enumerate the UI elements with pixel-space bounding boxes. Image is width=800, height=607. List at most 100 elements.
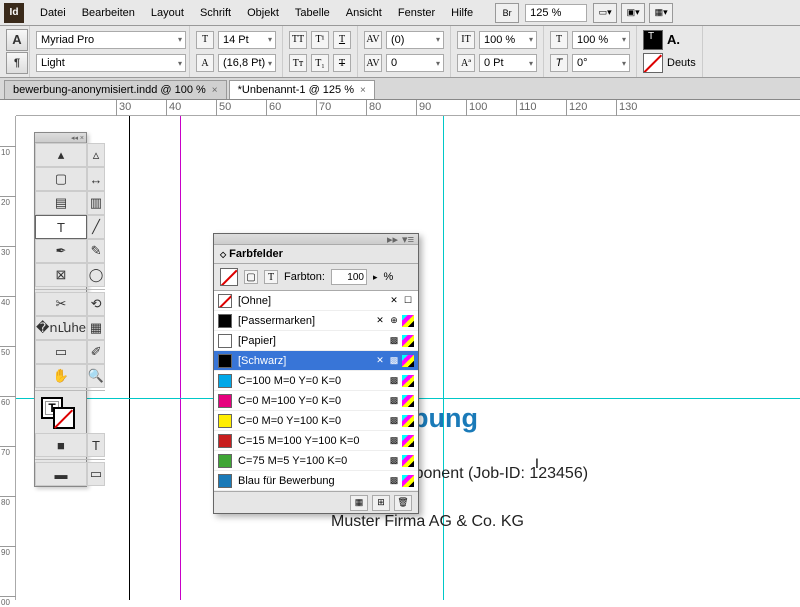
kerning-input[interactable]: (0)	[386, 31, 444, 49]
strikethrough-button[interactable]: T	[333, 54, 351, 72]
line-tool[interactable]: ╱	[87, 215, 105, 239]
allcaps-button[interactable]: TT	[289, 31, 307, 49]
language-dropdown[interactable]: Deuts	[667, 57, 696, 69]
type-tool[interactable]: T	[35, 215, 87, 239]
tab-1[interactable]: *Unbenannt-1 @ 125 %×	[229, 80, 375, 99]
menu-datei[interactable]: Datei	[32, 7, 74, 19]
fill-color-swatch[interactable]: T	[643, 30, 663, 50]
arrange-icon[interactable]: ▦▾	[649, 3, 673, 23]
menu-tabelle[interactable]: Tabelle	[287, 7, 338, 19]
menu-hilfe[interactable]: Hilfe	[443, 7, 481, 19]
swatch-row[interactable]: C=75 M=5 Y=100 K=0▩	[214, 451, 418, 471]
underline-button[interactable]: T	[333, 31, 351, 49]
close-icon[interactable]: ×	[360, 85, 366, 96]
tracking-icon: AV	[364, 54, 382, 72]
swatch-row[interactable]: [Passermarken]✕⊕	[214, 311, 418, 331]
swatch-name: C=0 M=0 Y=100 K=0	[238, 415, 382, 427]
container-toggle[interactable]: ▢	[244, 270, 258, 284]
bridge-icon[interactable]: Br	[495, 3, 519, 23]
vertical-ruler[interactable]: 10 20 30 40 50 60 70 80 90 00	[0, 116, 16, 600]
font-size-input[interactable]: 14 Pt	[218, 31, 276, 49]
gradient-swatch-tool[interactable]: �ունhe	[35, 316, 87, 340]
superscript-button[interactable]: T¹	[311, 31, 329, 49]
tools-panel[interactable]: ◂◂ × ▴ ▵ ▢ ↔ ▤ ▥ T ╱ ✒ ✎ ⊠ ◯ ✂ ⟲ �ունhe …	[34, 132, 87, 487]
vscale-input[interactable]: 100 %	[479, 31, 537, 49]
swatch-name: [Passermarken]	[238, 315, 368, 327]
swatch-row[interactable]: [Papier]▩	[214, 331, 418, 351]
swatch-list[interactable]: [Ohne]✕☐[Passermarken]✕⊕[Papier]▩[Schwar…	[214, 291, 418, 491]
selection-tool[interactable]: ▴	[35, 143, 87, 167]
apply-text-button[interactable]: T	[87, 433, 105, 457]
font-family-dropdown[interactable]: Myriad Pro	[36, 31, 186, 49]
screen-mode-icon[interactable]: ▣▾	[621, 3, 645, 23]
fill-stroke-swatch[interactable]: T	[35, 393, 105, 433]
rectangle-tool[interactable]: ◯	[87, 263, 105, 287]
hscale-input[interactable]: 100 %	[572, 31, 630, 49]
paragraph-mode-button[interactable]: ¶	[6, 52, 28, 74]
swatch-row[interactable]: Blau für Bewerbung▩	[214, 471, 418, 491]
swatch-name: [Papier]	[238, 335, 382, 347]
swatches-panel[interactable]: ▸▸▾≡ ◇Farbfelder T ▢ T Farbton: ▸ % [Ohn…	[213, 233, 419, 514]
horizontal-ruler[interactable]: 30 40 50 60 70 80 90 100 110 120 130	[16, 100, 800, 116]
direct-selection-tool[interactable]: ▵	[87, 143, 105, 167]
normal-view-button[interactable]: ▬	[35, 462, 87, 486]
panel-grip[interactable]: ◂◂ ×	[35, 133, 86, 143]
color-mode-icon: ▩	[388, 395, 400, 407]
menu-schrift[interactable]: Schrift	[192, 7, 239, 19]
menu-bearbeiten[interactable]: Bearbeiten	[74, 7, 143, 19]
swatch-row[interactable]: C=100 M=0 Y=0 K=0▩	[214, 371, 418, 391]
tracking-input[interactable]: 0	[386, 54, 444, 72]
smallcaps-button[interactable]: Tᴛ	[289, 54, 307, 72]
apply-color-button[interactable]: ■	[35, 433, 87, 457]
tab-0[interactable]: bewerbung-anonymisiert.indd @ 100 %×	[4, 80, 227, 99]
scissors-tool[interactable]: ✂	[35, 292, 87, 316]
fill-proxy[interactable]: T	[220, 268, 238, 286]
new-swatch-button[interactable]: ▦	[350, 495, 368, 511]
swatches-tab[interactable]: ◇Farbfelder	[214, 245, 418, 264]
free-transform-tool[interactable]: ⟲	[87, 292, 105, 316]
pencil-tool[interactable]: ✎	[87, 239, 105, 263]
font-style-dropdown[interactable]: Light	[36, 54, 186, 72]
gradient-feather-tool[interactable]: ▦	[87, 316, 105, 340]
character-mode-button[interactable]: A	[6, 29, 28, 51]
panel-header[interactable]: ▸▸▾≡	[214, 234, 418, 245]
view-options-icon[interactable]: ▭▾	[593, 3, 617, 23]
swatch-name: C=100 M=0 Y=0 K=0	[238, 375, 382, 387]
skew-input[interactable]: 0°	[572, 54, 630, 72]
zoom-tool[interactable]: 🔍	[87, 364, 105, 388]
note-tool[interactable]: ▭	[35, 340, 87, 364]
rectangle-frame-tool[interactable]: ⊠	[35, 263, 87, 287]
text-toggle[interactable]: T	[264, 270, 278, 284]
gap-tool[interactable]: ↔	[87, 167, 105, 191]
zoom-level[interactable]: 125 %	[525, 4, 587, 22]
menubar: Id Datei Bearbeiten Layout Schrift Objek…	[0, 0, 800, 26]
menu-layout[interactable]: Layout	[143, 7, 192, 19]
menu-objekt[interactable]: Objekt	[239, 7, 287, 19]
leading-input[interactable]: (16,8 Pt)	[218, 54, 276, 72]
delete-swatch-button[interactable]: 🗑	[394, 495, 412, 511]
page-tool[interactable]: ▢	[35, 167, 87, 191]
close-icon[interactable]: ×	[212, 85, 218, 96]
stroke-color-swatch[interactable]	[643, 53, 663, 73]
color-mode-icon: ▩	[388, 455, 400, 467]
menu-fenster[interactable]: Fenster	[390, 7, 443, 19]
swatch-row[interactable]: C=0 M=0 Y=100 K=0▩	[214, 411, 418, 431]
baseline-input[interactable]: 0 Pt	[479, 54, 537, 72]
content-placer-tool[interactable]: ▥	[87, 191, 105, 215]
subscript-button[interactable]: T₁	[311, 54, 329, 72]
eyedropper-tool[interactable]: ✐	[87, 340, 105, 364]
swatch-badges: ▩	[388, 395, 414, 407]
swatch-row[interactable]: [Ohne]✕☐	[214, 291, 418, 311]
swatch-row[interactable]: C=0 M=100 Y=0 K=0▩	[214, 391, 418, 411]
cmyk-icon	[402, 395, 414, 407]
content-collector-tool[interactable]: ▤	[35, 191, 87, 215]
swatch-row[interactable]: C=15 M=100 Y=100 K=0▩	[214, 431, 418, 451]
menu-ansicht[interactable]: Ansicht	[338, 7, 390, 19]
hand-tool[interactable]: ✋	[35, 364, 87, 388]
tint-input[interactable]	[331, 269, 367, 285]
swatch-row[interactable]: [Schwarz]✕▩	[214, 351, 418, 371]
pen-tool[interactable]: ✒	[35, 239, 87, 263]
color-mode-icon: ▩	[388, 355, 400, 367]
preview-view-button[interactable]: ▭	[87, 462, 105, 486]
new-swatch-button[interactable]: ⊞	[372, 495, 390, 511]
